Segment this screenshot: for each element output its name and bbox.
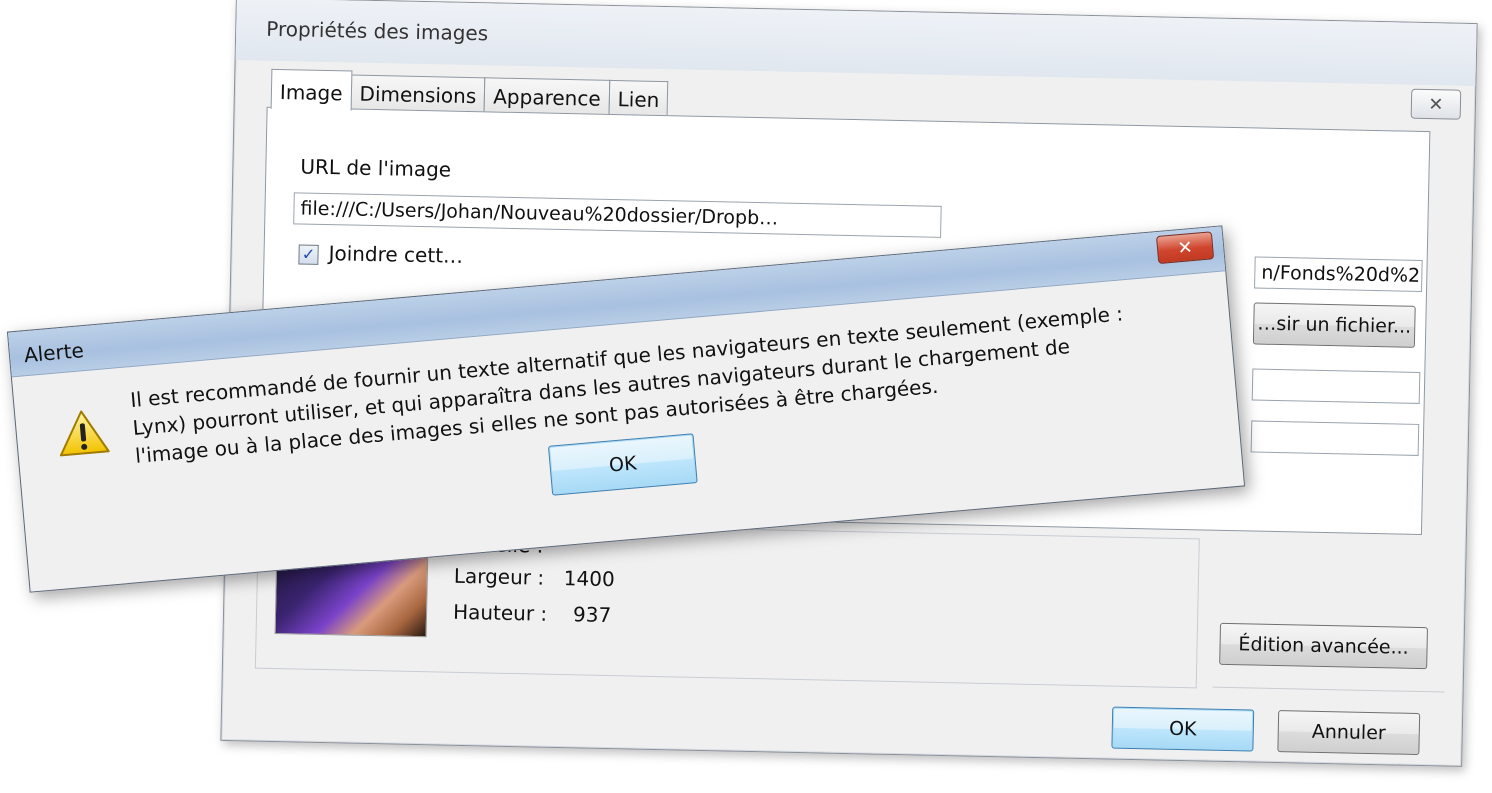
width-value: 1400 — [563, 566, 615, 592]
ok-button[interactable]: OK — [1111, 706, 1255, 752]
tooltip-input[interactable] — [1250, 420, 1420, 456]
divider — [1212, 686, 1445, 693]
tab-bar: Image Dimensions Apparence Lien — [270, 68, 669, 118]
image-properties-close-button[interactable]: ✕ — [1410, 88, 1462, 120]
attach-image-checkbox[interactable]: ✓ — [298, 244, 319, 265]
image-url-input[interactable]: file:///C:/Users/Johan/Nouveau%20dossier… — [293, 192, 942, 238]
close-icon: ✕ — [1176, 236, 1194, 259]
choose-file-button[interactable]: …sir un fichier... — [1252, 302, 1416, 348]
advanced-edit-button[interactable]: Édition avancée... — [1219, 622, 1428, 670]
tab-image[interactable]: Image — [270, 68, 353, 111]
image-properties-title: Propriétés des images — [266, 16, 489, 46]
alert-ok-button[interactable]: OK — [547, 433, 698, 496]
height-value: 937 — [572, 602, 612, 628]
attach-image-label: Joindre cett… — [328, 241, 464, 268]
warning-icon — [59, 410, 110, 457]
close-icon: ✕ — [1428, 93, 1444, 115]
url-label: URL de l'image — [300, 154, 452, 182]
cancel-button[interactable]: Annuler — [1277, 710, 1421, 756]
alert-title: Alerte — [22, 338, 85, 368]
alt-text-input[interactable] — [1251, 368, 1421, 404]
tab-link[interactable]: Lien — [608, 79, 669, 118]
alert-close-button[interactable]: ✕ — [1155, 231, 1215, 265]
tab-dimensions[interactable]: Dimensions — [350, 74, 486, 114]
tab-appearance[interactable]: Apparence — [483, 77, 611, 116]
width-label: Largeur : — [453, 563, 545, 590]
relative-path-input[interactable]: n/Fonds%20d%2 — [1254, 256, 1423, 292]
height-label: Hauteur : — [452, 599, 548, 626]
